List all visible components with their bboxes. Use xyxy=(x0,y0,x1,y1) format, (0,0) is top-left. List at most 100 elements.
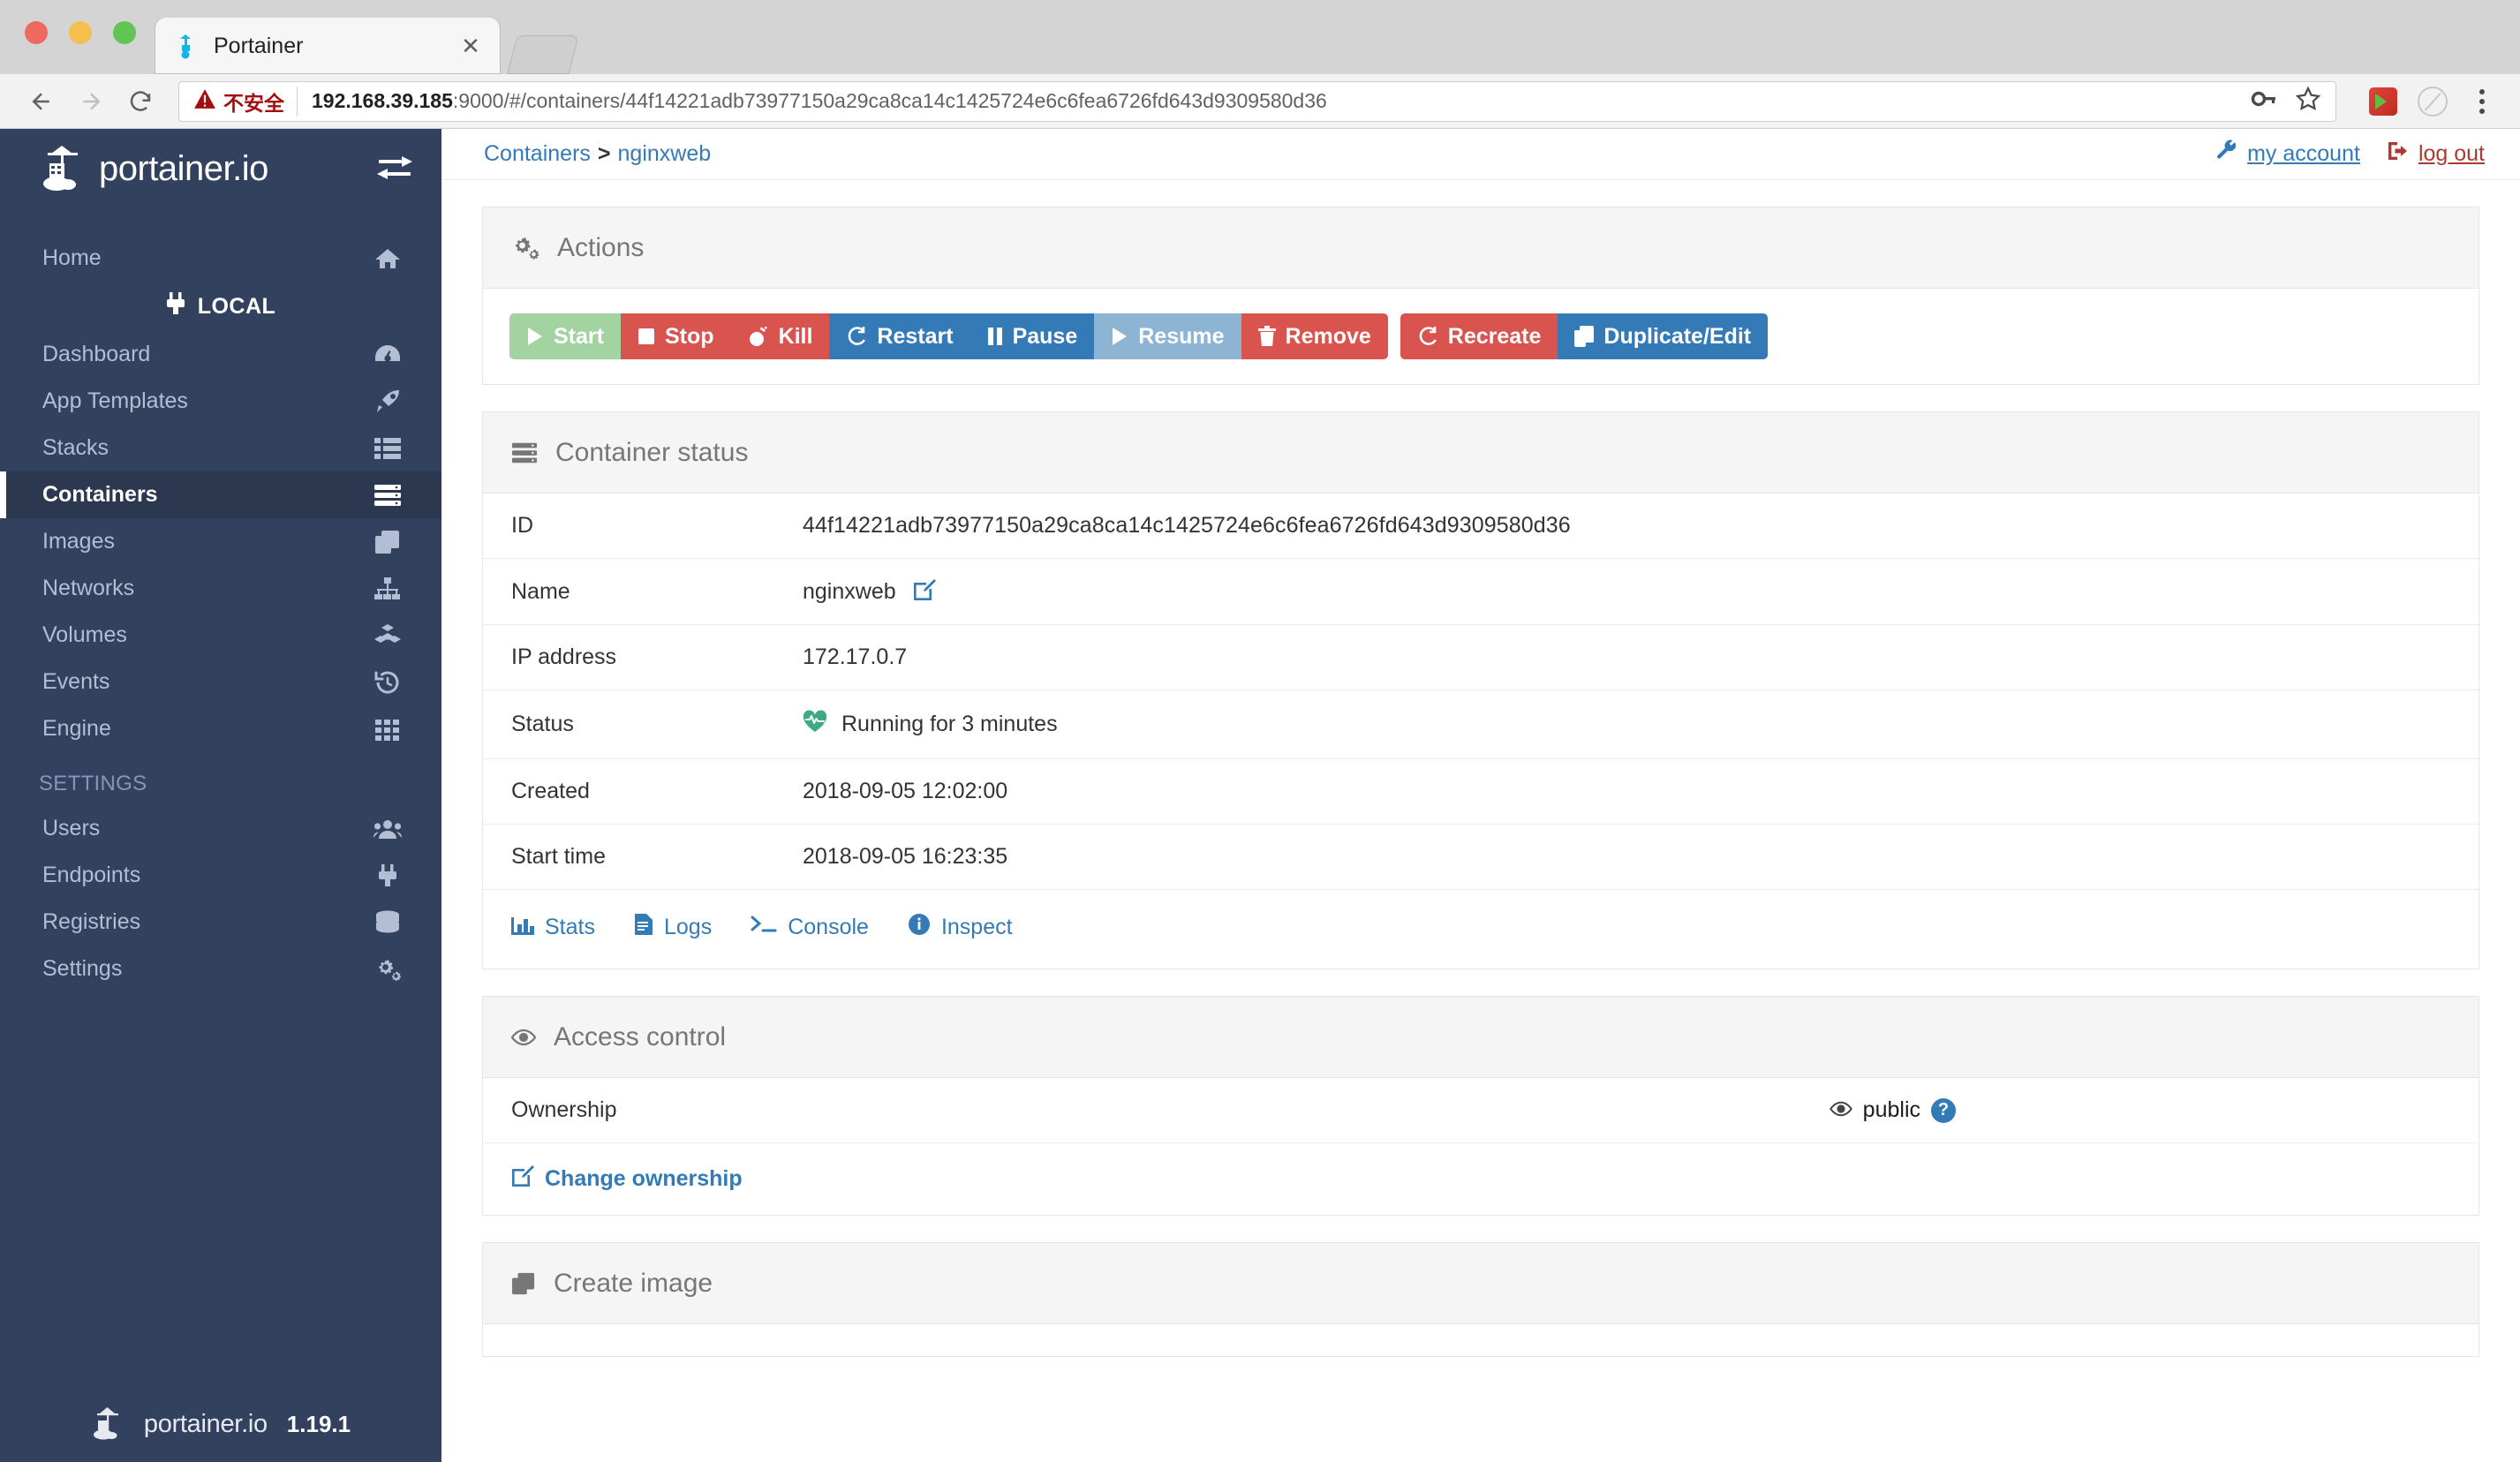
close-window-button[interactable] xyxy=(25,21,48,44)
new-tab-button[interactable] xyxy=(507,35,579,74)
info-circle-icon xyxy=(908,913,931,942)
sidebar-item-engine[interactable]: Engine xyxy=(0,705,441,752)
reload-icon[interactable] xyxy=(120,81,161,122)
play-icon xyxy=(1111,327,1128,346)
close-icon[interactable]: ✕ xyxy=(457,33,484,60)
layers-icon xyxy=(373,527,403,557)
heartbeat-icon xyxy=(803,710,827,739)
sidebar-item-home[interactable]: Home xyxy=(0,235,441,282)
recreate-button-label: Recreate xyxy=(1447,323,1542,349)
stats-link[interactable]: Stats xyxy=(511,914,595,941)
resume-button-label: Resume xyxy=(1138,323,1225,349)
terminal-icon xyxy=(751,914,777,941)
inspect-link[interactable]: Inspect xyxy=(908,913,1013,942)
file-text-icon xyxy=(634,913,653,942)
panel-title: Access control xyxy=(554,1021,727,1051)
minimize-window-button[interactable] xyxy=(69,21,92,44)
gears-icon xyxy=(373,954,403,984)
log-out-label: log out xyxy=(2418,141,2485,166)
sidebar-item-endpoints[interactable]: Endpoints xyxy=(0,852,441,899)
security-label: 不安全 xyxy=(223,91,284,115)
home-icon xyxy=(373,244,403,274)
sidebar-item-volumes[interactable]: Volumes xyxy=(0,612,441,659)
kill-button[interactable]: Kill xyxy=(730,313,830,359)
row-key: IP address xyxy=(483,624,774,690)
kill-button-label: Kill xyxy=(778,323,813,349)
sidebar-nav: Home LOCAL Dashboard App Templates Stack… xyxy=(0,208,441,992)
server-stack-icon xyxy=(373,480,403,510)
sidebar-item-stacks[interactable]: Stacks xyxy=(0,425,441,471)
sidebar-item-events[interactable]: Events xyxy=(0,659,441,705)
plug-icon xyxy=(373,861,403,891)
panel-title: Container status xyxy=(555,437,749,467)
back-arrow-icon[interactable] xyxy=(21,81,62,122)
database-icon xyxy=(373,908,403,938)
key-icon[interactable] xyxy=(2251,87,2277,115)
log-out-link[interactable]: log out xyxy=(2387,140,2485,168)
duplicate-edit-button[interactable]: Duplicate/Edit xyxy=(1558,313,1769,359)
my-account-link[interactable]: my account xyxy=(2215,139,2360,169)
flash-player-extension-icon[interactable] xyxy=(2366,85,2400,118)
container-tool-links: Stats Logs Console Inspect xyxy=(483,889,2479,968)
sidebar-item-label: Stacks xyxy=(42,435,109,460)
dashboard-gauge-icon xyxy=(373,340,403,370)
sidebar-item-containers[interactable]: Containers xyxy=(0,471,441,518)
sidebar-item-app-templates[interactable]: App Templates xyxy=(0,378,441,425)
start-button[interactable]: Start xyxy=(509,313,621,359)
panel-title: Actions xyxy=(557,232,645,262)
container-name-text: nginxweb xyxy=(803,579,896,604)
layers-icon xyxy=(511,1272,536,1295)
grayed-extension-icon[interactable] xyxy=(2416,85,2449,118)
three-dot-menu-icon[interactable] xyxy=(2465,85,2499,118)
server-stack-icon xyxy=(511,441,538,464)
trash-icon xyxy=(1257,326,1276,347)
stop-button[interactable]: Stop xyxy=(620,313,731,359)
breadcrumb-current[interactable]: nginxweb xyxy=(618,141,712,166)
access-control-body: Ownership public ? Change ownership xyxy=(483,1078,2479,1215)
sidebar-item-label: Events xyxy=(42,669,110,694)
sidebar-item-images[interactable]: Images xyxy=(0,518,441,565)
sidebar-item-dashboard[interactable]: Dashboard xyxy=(0,331,441,378)
eye-icon xyxy=(1829,1097,1852,1123)
table-row: ID 44f14221adb73977150a29ca8ca14c1425724… xyxy=(483,494,2479,559)
breadcrumb-containers-link[interactable]: Containers xyxy=(484,141,591,166)
inspect-link-label: Inspect xyxy=(940,915,1013,939)
forward-arrow-icon xyxy=(71,81,111,122)
edit-pencil-icon[interactable] xyxy=(913,578,936,601)
browser-window: Portainer ✕ 不安全 192.168.39.185:9000/#/co… xyxy=(0,0,2520,1462)
row-key: Start time xyxy=(483,824,774,889)
sidebar-endpoint-label: LOCAL xyxy=(197,293,276,319)
ownership-value: public xyxy=(1862,1097,1920,1122)
sidebar-brand[interactable]: portainer.io xyxy=(0,129,441,208)
restart-button[interactable]: Restart xyxy=(829,313,970,359)
create-image-header: Create image xyxy=(483,1243,2479,1324)
star-icon[interactable] xyxy=(2295,86,2321,117)
gears-icon xyxy=(511,236,539,260)
question-mark-icon[interactable]: ? xyxy=(1931,1097,1956,1123)
table-row: Created 2018-09-05 12:02:00 xyxy=(483,758,2479,825)
browser-tab[interactable]: Portainer ✕ xyxy=(155,18,500,74)
security-indicator[interactable]: 不安全 xyxy=(193,86,298,117)
sidebar-item-users[interactable]: Users xyxy=(0,805,441,852)
bomb-icon xyxy=(748,326,769,347)
sidebar-endpoint: LOCAL xyxy=(0,282,441,331)
sidebar-item-settings[interactable]: Settings xyxy=(0,946,441,992)
browser-toolbar: 不安全 192.168.39.185:9000/#/containers/44f… xyxy=(0,74,2520,129)
sidebar-item-networks[interactable]: Networks xyxy=(0,565,441,612)
remove-button[interactable]: Remove xyxy=(1241,313,1388,359)
address-bar[interactable]: 不安全 192.168.39.185:9000/#/containers/44f… xyxy=(178,80,2336,122)
collapse-sidebar-icon[interactable] xyxy=(374,148,415,189)
url-host: 192.168.39.185 xyxy=(312,89,453,112)
actions-panel-header: Actions xyxy=(483,207,2479,289)
pause-button[interactable]: Pause xyxy=(970,313,1095,359)
sidebar-item-label: Dashboard xyxy=(42,342,151,366)
resume-button[interactable]: Resume xyxy=(1094,313,1241,359)
remove-button-label: Remove xyxy=(1285,323,1371,349)
recreate-button[interactable]: Recreate xyxy=(1400,313,1558,359)
maximize-window-button[interactable] xyxy=(113,21,136,44)
console-link[interactable]: Console xyxy=(751,914,869,941)
logs-link[interactable]: Logs xyxy=(634,913,712,942)
container-status-body: ID 44f14221adb73977150a29ca8ca14c1425724… xyxy=(483,494,2479,968)
change-ownership-link[interactable]: Change ownership xyxy=(483,1142,2479,1215)
sidebar-item-registries[interactable]: Registries xyxy=(0,899,441,946)
